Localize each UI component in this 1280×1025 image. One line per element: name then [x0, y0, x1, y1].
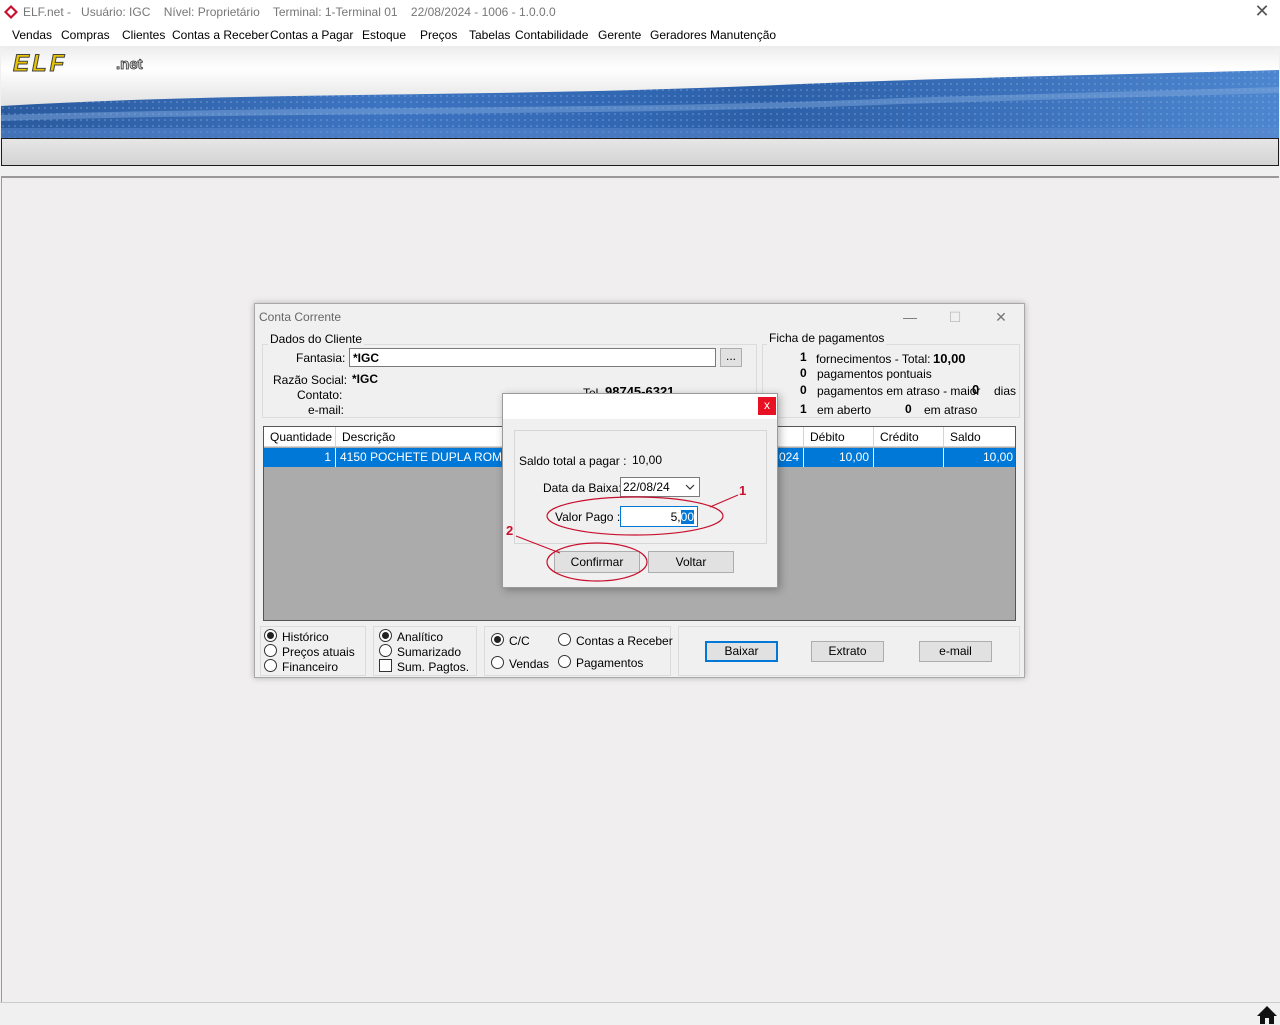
annotation-number-2: 2	[506, 523, 514, 538]
annotation-arrow-1	[709, 494, 739, 508]
annotation-arrow-2	[515, 535, 561, 554]
annotation-overlay	[515, 494, 739, 582]
annotation-ellipse-valor	[546, 496, 724, 536]
status-bar	[0, 1002, 1280, 1024]
annotation-number-1: 1	[739, 483, 747, 498]
home-icon[interactable]	[1256, 1005, 1278, 1025]
annotation-ellipse-confirmar	[546, 542, 648, 582]
